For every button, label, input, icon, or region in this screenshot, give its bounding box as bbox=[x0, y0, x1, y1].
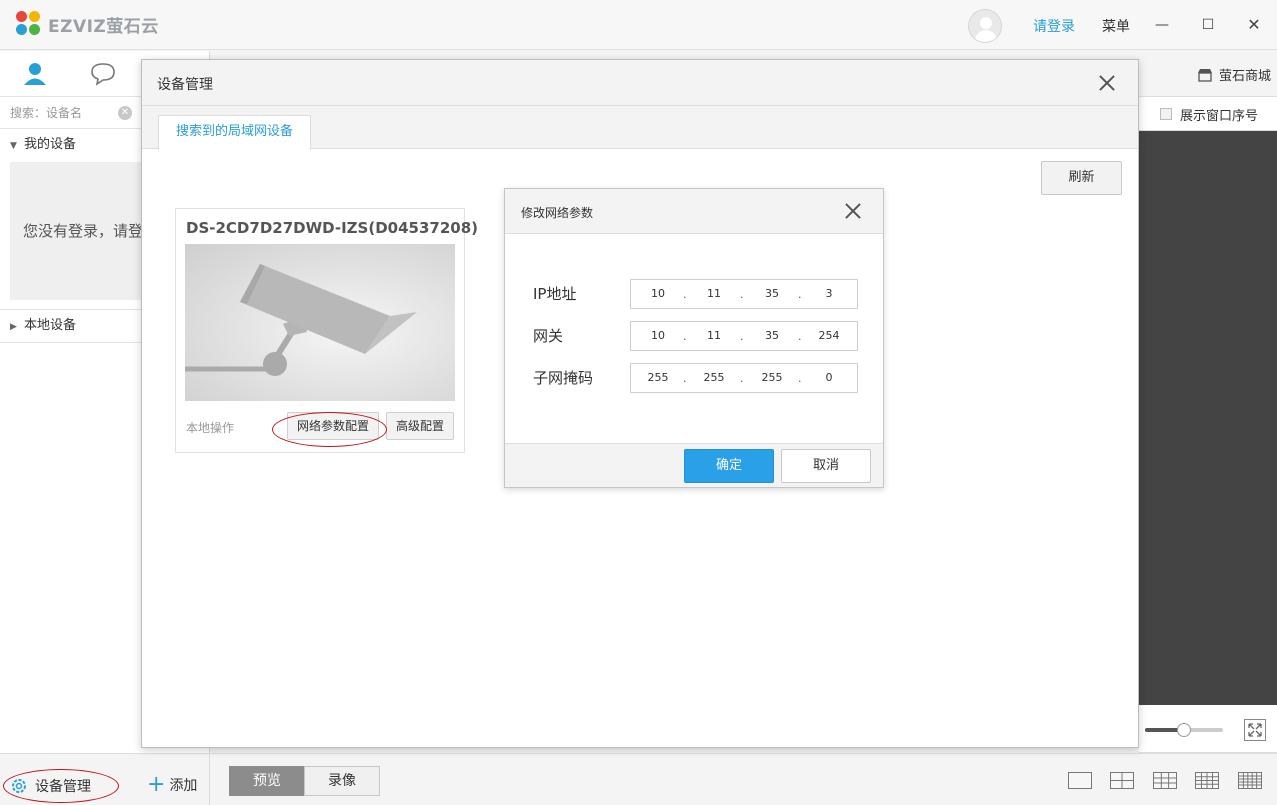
collapsed-arrow-icon: ▶ bbox=[10, 322, 17, 332]
layout-4x4-icon[interactable] bbox=[1195, 772, 1219, 789]
local-operations-label: 本地操作 bbox=[186, 421, 235, 435]
mask-octet-3[interactable]: 255 bbox=[754, 371, 790, 384]
network-dialog-footer: 确定 取消 bbox=[505, 443, 883, 487]
refresh-button[interactable]: 刷新 bbox=[1041, 161, 1122, 195]
show-window-index-checkbox[interactable] bbox=[1160, 108, 1172, 120]
device-card: DS-2CD7D27DWD-IZS(D04537208) 本地操作 网络参数配置… bbox=[175, 208, 478, 453]
clear-search-icon[interactable]: ✕ bbox=[118, 106, 132, 120]
my-devices-label: 我的设备 bbox=[24, 137, 77, 152]
user-tab-icon[interactable] bbox=[20, 59, 50, 89]
ip-address-field[interactable]: 10 . 11 . 35 . 3 bbox=[630, 279, 858, 309]
mask-octet-1[interactable]: 255 bbox=[640, 371, 676, 384]
local-devices-label: 本地设备 bbox=[24, 318, 77, 333]
fullscreen-icon[interactable] bbox=[1244, 719, 1266, 741]
highlight-ring-network-config bbox=[272, 412, 387, 447]
zoom-slider-thumb[interactable] bbox=[1177, 723, 1191, 737]
sidebar-bottom-bar: 设备管理 + 添加 bbox=[0, 753, 210, 805]
maximize-button[interactable]: ☐ bbox=[1197, 14, 1219, 36]
expanded-arrow-icon: ▼ bbox=[10, 141, 17, 151]
menu-button[interactable]: 菜单 bbox=[1102, 16, 1130, 36]
layout-2x2-icon[interactable] bbox=[1110, 772, 1134, 789]
camera-placeholder-image bbox=[185, 244, 455, 401]
ip-octet-4[interactable]: 3 bbox=[811, 287, 847, 300]
ip-address-row: IP地址 10 . 11 . 35 . 3 bbox=[505, 279, 883, 309]
logo-text: EZVIZ萤石云 bbox=[48, 16, 159, 37]
store-label: 萤石商城 bbox=[1219, 69, 1272, 84]
layout-1x1-icon[interactable] bbox=[1068, 772, 1092, 789]
add-device-button[interactable]: + 添加 bbox=[147, 772, 198, 797]
ip-octet-2[interactable]: 11 bbox=[696, 287, 732, 300]
video-preview-area[interactable] bbox=[1139, 131, 1277, 705]
gateway-octet-4[interactable]: 254 bbox=[811, 329, 847, 342]
tab-preview[interactable]: 预览 bbox=[229, 766, 305, 796]
plus-icon: + bbox=[147, 772, 166, 797]
device-dialog-tabs: 搜索到的局域网设备 bbox=[142, 106, 1138, 150]
ezviz-logo-icon bbox=[16, 11, 42, 37]
network-dialog-title: 修改网络参数 bbox=[521, 206, 594, 220]
device-dialog-title: 设备管理 bbox=[157, 77, 213, 93]
store-icon bbox=[1198, 68, 1212, 82]
device-search-input[interactable] bbox=[10, 103, 110, 123]
show-window-index-label: 展示窗口序号 bbox=[1180, 109, 1259, 124]
device-name: DS-2CD7D27DWD-IZS(D04537208) bbox=[186, 219, 479, 237]
mask-octet-4[interactable]: 0 bbox=[811, 371, 847, 384]
title-bar: EZVIZ萤石云 请登录 菜单 — ☐ ✕ bbox=[0, 0, 1277, 50]
window-close-button[interactable]: ✕ bbox=[1243, 14, 1265, 36]
device-dialog-header: 设备管理 bbox=[142, 60, 1138, 106]
network-params-dialog: 修改网络参数 IP地址 10 . 11 . 35 . 3 网关 10 . 11 … bbox=[504, 188, 884, 488]
network-dialog-close-icon[interactable] bbox=[843, 201, 863, 221]
tab-playback[interactable]: 录像 bbox=[304, 766, 380, 796]
gateway-field[interactable]: 10 . 11 . 35 . 254 bbox=[630, 321, 858, 351]
highlight-ring-device-management bbox=[3, 769, 119, 803]
layout-5x5-icon[interactable] bbox=[1238, 772, 1262, 789]
subnet-mask-row: 子网掩码 255 . 255 . 255 . 0 bbox=[505, 363, 883, 393]
subnet-mask-field[interactable]: 255 . 255 . 255 . 0 bbox=[630, 363, 858, 393]
gateway-octet-3[interactable]: 35 bbox=[754, 329, 790, 342]
ip-octet-1[interactable]: 10 bbox=[640, 287, 676, 300]
user-avatar[interactable] bbox=[968, 9, 1002, 43]
add-label: 添加 bbox=[169, 778, 198, 794]
cancel-button[interactable]: 取消 bbox=[781, 449, 871, 483]
ip-address-label: IP地址 bbox=[533, 285, 577, 303]
device-dialog-close-icon[interactable] bbox=[1097, 73, 1117, 93]
right-bottom-controls bbox=[1139, 705, 1277, 753]
ip-octet-3[interactable]: 35 bbox=[754, 287, 790, 300]
minimize-button[interactable]: — bbox=[1151, 14, 1173, 36]
zoom-slider[interactable] bbox=[1145, 723, 1223, 737]
right-top-bar: 萤石商城 bbox=[1139, 51, 1277, 97]
store-link[interactable]: 萤石商城 bbox=[1197, 65, 1271, 84]
bottom-toolbar: 预览 录像 bbox=[211, 753, 1277, 805]
login-link[interactable]: 请登录 bbox=[1033, 16, 1075, 36]
confirm-button[interactable]: 确定 bbox=[684, 449, 774, 483]
gateway-octet-1[interactable]: 10 bbox=[640, 329, 676, 342]
tab-lan-devices[interactable]: 搜索到的局域网设备 bbox=[158, 115, 312, 150]
show-window-index-row: 展示窗口序号 bbox=[1139, 97, 1277, 131]
message-tab-icon[interactable] bbox=[88, 59, 118, 89]
gateway-row: 网关 10 . 11 . 35 . 254 bbox=[505, 321, 883, 351]
layout-3x3-icon[interactable] bbox=[1153, 772, 1177, 789]
gateway-label: 网关 bbox=[533, 327, 564, 345]
gateway-octet-2[interactable]: 11 bbox=[696, 329, 732, 342]
mask-octet-2[interactable]: 255 bbox=[696, 371, 732, 384]
app-logo: EZVIZ萤石云 bbox=[16, 11, 159, 37]
camera-icon bbox=[185, 264, 417, 376]
not-logged-in-message: 您没有登录，请登 bbox=[23, 222, 144, 240]
advanced-config-button[interactable]: 高级配置 bbox=[386, 412, 454, 440]
network-dialog-header: 修改网络参数 bbox=[505, 189, 883, 234]
subnet-mask-label: 子网掩码 bbox=[533, 369, 594, 387]
